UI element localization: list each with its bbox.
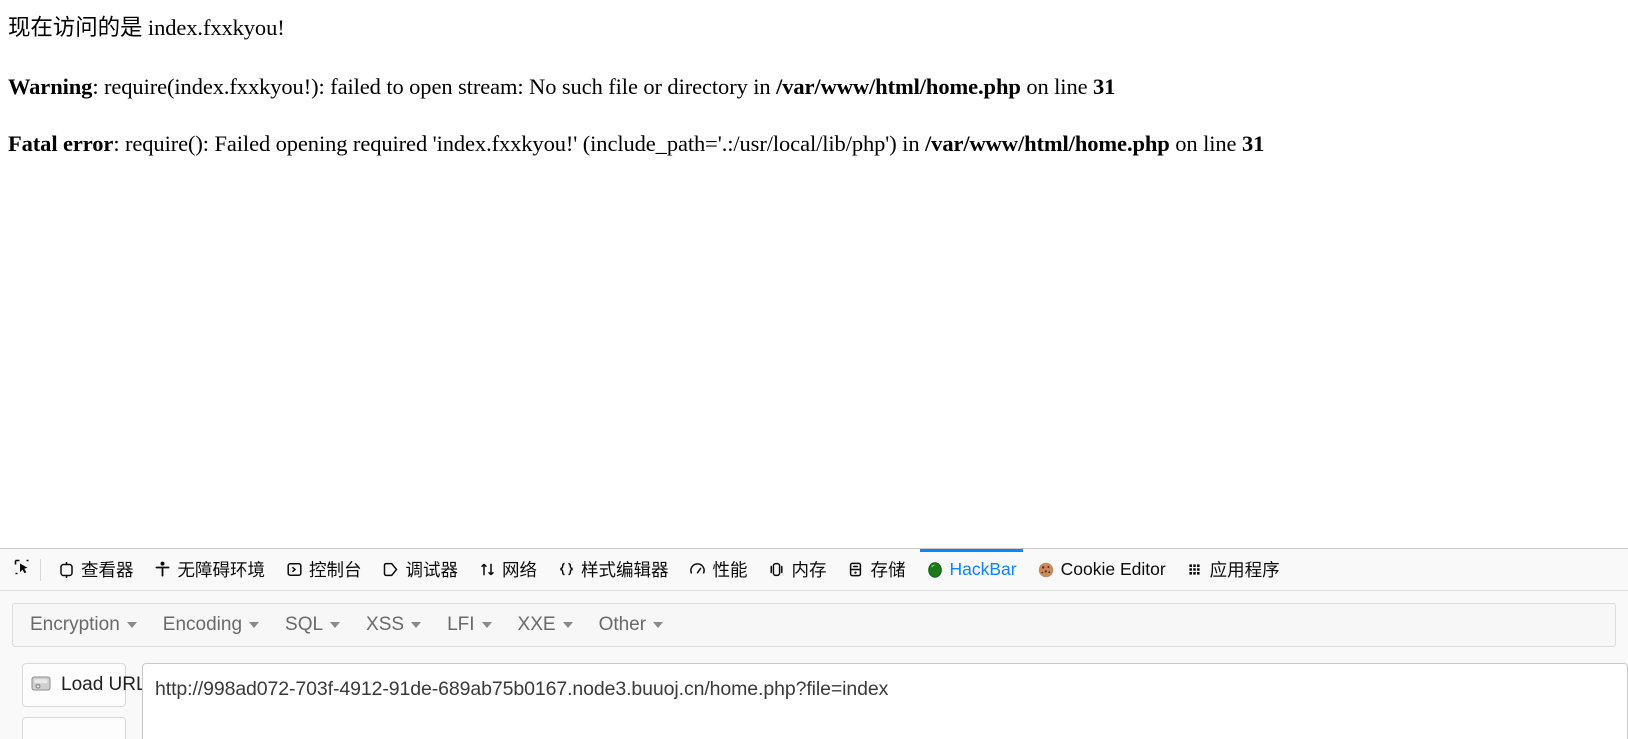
tab-network-label: 网络 <box>502 560 537 580</box>
devtools-panel: 查看器 无障碍环境 控制台 调试器 网络 样式编辑器 性能 内存 存储 Hack… <box>0 548 1628 739</box>
tab-style-editor-label: 样式编辑器 <box>581 560 669 580</box>
tab-debugger-label: 调试器 <box>405 560 459 580</box>
menu-xss-label: XSS <box>366 614 405 635</box>
tab-storage-label: 存储 <box>870 560 906 580</box>
browser-window: 现在访问的是 index.fxxkyou! Warning: require(i… <box>0 0 1628 739</box>
style-editor-icon <box>557 561 575 579</box>
split-url-button[interactable] <box>22 717 126 739</box>
debugger-icon <box>382 561 400 579</box>
toolbar-separator <box>40 558 41 581</box>
tab-style-editor[interactable]: 样式编辑器 <box>547 549 679 590</box>
tab-cookie-editor-label: Cookie Editor <box>1060 559 1166 579</box>
menu-encryption-label: Encryption <box>30 614 120 635</box>
tab-application-label: 应用程序 <box>1209 560 1280 580</box>
page-content: 现在访问的是 index.fxxkyou! Warning: require(i… <box>0 0 1628 548</box>
menu-xxe-label: XXE <box>517 614 556 635</box>
storage-icon <box>847 561 865 579</box>
fatal-line-text: on line <box>1169 131 1242 157</box>
inspector-icon <box>57 561 75 579</box>
chevron-down-icon <box>330 622 341 628</box>
menu-sql[interactable]: SQL <box>272 608 353 642</box>
chevron-down-icon <box>481 622 492 628</box>
warning-line-number: 31 <box>1093 73 1116 99</box>
warning-file-path: /var/www/html/home.php <box>776 73 1021 99</box>
console-icon <box>285 561 303 579</box>
chevron-down-icon <box>411 622 422 628</box>
menu-xxe[interactable]: XXE <box>505 608 586 642</box>
php-warning-message: Warning: require(index.fxxkyou!): failed… <box>8 73 1620 99</box>
chevron-down-icon <box>126 622 137 628</box>
hackbar-icon <box>926 561 944 579</box>
chevron-down-icon <box>562 622 573 628</box>
fatal-file-path: /var/www/html/home.php <box>925 131 1170 157</box>
chevron-down-icon <box>249 622 260 628</box>
performance-icon <box>689 561 707 579</box>
tab-console-label: 控制台 <box>309 560 362 580</box>
load-url-button[interactable]: Load URL <box>22 663 147 707</box>
tab-accessibility[interactable]: 无障碍环境 <box>144 549 276 590</box>
devtools-toolbar: 查看器 无障碍环境 控制台 调试器 网络 样式编辑器 性能 内存 存储 Hack… <box>0 549 1628 591</box>
warning-line-text: on line <box>1020 73 1094 99</box>
php-visit-message: 现在访问的是 index.fxxkyou! <box>8 15 285 40</box>
tab-memory[interactable]: 内存 <box>758 549 837 590</box>
load-url-label: Load URL <box>61 674 147 695</box>
menu-encoding-label: Encoding <box>162 614 243 635</box>
menu-lfi-label: LFI <box>447 614 475 635</box>
application-icon <box>1186 561 1204 579</box>
tab-memory-label: 内存 <box>791 560 827 580</box>
load-url-icon <box>29 673 55 697</box>
menu-other-label: Other <box>598 614 647 635</box>
tab-hackbar-label: HackBar <box>949 559 1017 579</box>
tab-inspector[interactable]: 查看器 <box>47 549 144 590</box>
url-input-container[interactable] <box>142 663 1628 739</box>
tab-debugger[interactable]: 调试器 <box>372 549 469 590</box>
network-icon <box>478 561 496 579</box>
menu-other[interactable]: Other <box>586 608 677 642</box>
warning-text: : require(index.fxxkyou!): failed to ope… <box>92 73 777 99</box>
memory-icon <box>768 561 786 579</box>
menu-encoding[interactable]: Encoding <box>150 608 272 642</box>
hackbar-request-row: Load URL <box>0 663 1628 739</box>
url-input[interactable] <box>143 664 1627 701</box>
tab-inspector-label: 查看器 <box>81 560 134 580</box>
tab-performance-label: 性能 <box>712 560 748 580</box>
tab-network[interactable]: 网络 <box>468 549 547 590</box>
menu-sql-label: SQL <box>285 614 324 635</box>
menu-xss[interactable]: XSS <box>353 608 434 642</box>
tab-storage[interactable]: 存储 <box>837 549 916 590</box>
tab-accessibility-label: 无障碍环境 <box>177 560 266 580</box>
menu-lfi[interactable]: LFI <box>434 608 504 642</box>
tab-cookie-editor[interactable]: Cookie Editor <box>1027 549 1176 590</box>
warning-label: Warning <box>8 73 93 99</box>
element-picker-button[interactable] <box>6 555 38 585</box>
fatal-label: Fatal error <box>8 131 114 157</box>
tab-console[interactable]: 控制台 <box>275 549 372 590</box>
menu-encryption[interactable]: Encryption <box>17 608 150 642</box>
fatal-line-number: 31 <box>1241 131 1265 157</box>
tab-application[interactable]: 应用程序 <box>1176 549 1290 590</box>
hackbar-panel: Encryption Encoding SQL XSS LFI XXE Othe… <box>0 603 1628 739</box>
accessibility-icon <box>154 561 172 579</box>
chevron-down-icon <box>653 622 664 628</box>
element-picker-icon <box>12 557 32 582</box>
tab-hackbar[interactable]: HackBar <box>916 549 1027 590</box>
cookie-icon <box>1037 561 1055 579</box>
hackbar-action-column: Load URL <box>22 663 147 739</box>
fatal-text: : require(): Failed opening required 'in… <box>113 131 926 157</box>
tab-performance[interactable]: 性能 <box>679 549 758 590</box>
hackbar-menu-bar: Encryption Encoding SQL XSS LFI XXE Othe… <box>12 603 1616 647</box>
php-fatal-error-message: Fatal error: require(): Failed opening r… <box>8 132 1620 156</box>
